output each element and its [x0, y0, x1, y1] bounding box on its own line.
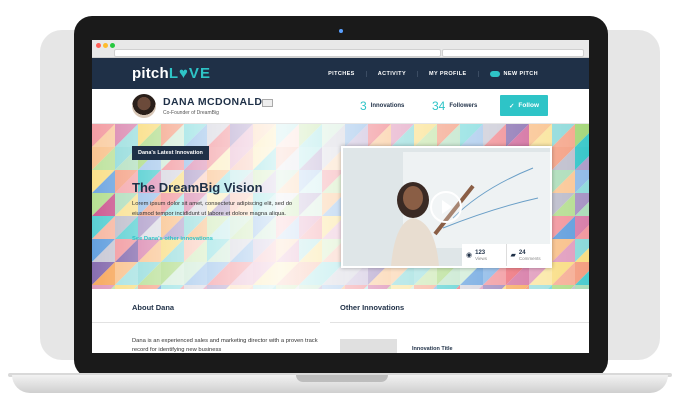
- eye-icon: ◉: [466, 252, 473, 259]
- new-pitch-label: NEW PITCH: [503, 70, 538, 77]
- views-label: Views: [475, 255, 488, 261]
- new-pitch-button[interactable]: NEW PITCH: [477, 70, 549, 77]
- innovations-stat[interactable]: 3 Innovations: [360, 99, 404, 113]
- comments-label: Comments: [518, 255, 541, 261]
- hero-banner: Dana's Latest Innovation The DreamBig Vi…: [92, 124, 589, 289]
- nav-link-my-profile[interactable]: MY PROFILE: [417, 70, 478, 77]
- innovations-label: Innovations: [370, 103, 405, 109]
- play-icon[interactable]: [430, 191, 462, 223]
- other-innovations-heading: Other Innovations: [340, 303, 405, 312]
- mail-icon[interactable]: [262, 99, 273, 107]
- about-text: Dana is an experienced sales and marketi…: [132, 338, 318, 353]
- logo-suffix: L♥VE: [168, 65, 211, 82]
- laptop-notch: [296, 375, 388, 382]
- maximize-window-icon[interactable]: [110, 43, 115, 48]
- user-name: DANA MCDONALD: [163, 96, 263, 108]
- innovation-title: The DreamBig Vision: [132, 180, 263, 195]
- comments-stat[interactable]: ▰ 24 Comments: [505, 244, 551, 266]
- innovation-thumbnail[interactable]: [340, 339, 397, 353]
- minimize-window-icon[interactable]: [103, 43, 108, 48]
- other-innovations-link[interactable]: See Dana's other innovations: [132, 236, 213, 242]
- avatar[interactable]: [132, 94, 156, 118]
- innovation-description: Lorem ipsum dolor sit amet, consectetur …: [132, 201, 293, 217]
- divider: [92, 322, 320, 323]
- nav-link-activity[interactable]: ACTIVITY: [365, 70, 417, 77]
- followers-count: 34: [432, 99, 446, 113]
- innovations-count: 3: [360, 99, 367, 113]
- latest-innovation-tag: Dana's Latest Innovation: [132, 146, 209, 160]
- comment-icon: ▰: [510, 252, 516, 259]
- divider: [330, 322, 589, 323]
- views-stat: ◉ 123 Views: [462, 244, 506, 266]
- nav-link-pitches[interactable]: PITCHES: [317, 71, 366, 77]
- address-bar[interactable]: [114, 49, 441, 57]
- follow-button[interactable]: ✓ Follow: [500, 95, 548, 116]
- browser-search-field[interactable]: [442, 49, 584, 57]
- user-title: Co-Founder of DreamBig: [163, 110, 219, 116]
- innovation-item-title[interactable]: Innovation Title: [412, 346, 453, 352]
- video-player[interactable]: ◉ 123 Views ▰ 24 Comments: [341, 146, 552, 268]
- logo-prefix: pitch: [132, 65, 169, 82]
- top-navigation: pitchL♥VE PITCHES ACTIVITY MY PROFILE NE…: [92, 58, 589, 89]
- about-heading: About Dana: [132, 303, 175, 312]
- nav-links: PITCHES ACTIVITY MY PROFILE NEW PITCH: [317, 58, 549, 89]
- video-stats: ◉ 123 Views ▰ 24 Comments: [462, 244, 550, 266]
- profile-bar: DANA MCDONALD Co-Founder of DreamBig 3 I…: [92, 89, 589, 124]
- heart-icon: ♥: [179, 65, 189, 82]
- logo[interactable]: pitchL♥VE: [132, 65, 211, 82]
- close-window-icon[interactable]: [96, 43, 101, 48]
- follow-label: Follow: [518, 102, 540, 109]
- cloud-upload-icon: [489, 70, 500, 77]
- followers-stat[interactable]: 34 Followers: [432, 99, 477, 113]
- camera-icon: [339, 29, 343, 33]
- lower-content: About Dana Other Innovations Dana is an …: [92, 289, 589, 353]
- screen: pitchL♥VE PITCHES ACTIVITY MY PROFILE NE…: [92, 40, 589, 353]
- browser-chrome: [92, 40, 589, 58]
- followers-label: Followers: [449, 103, 478, 109]
- check-icon: ✓: [508, 102, 515, 110]
